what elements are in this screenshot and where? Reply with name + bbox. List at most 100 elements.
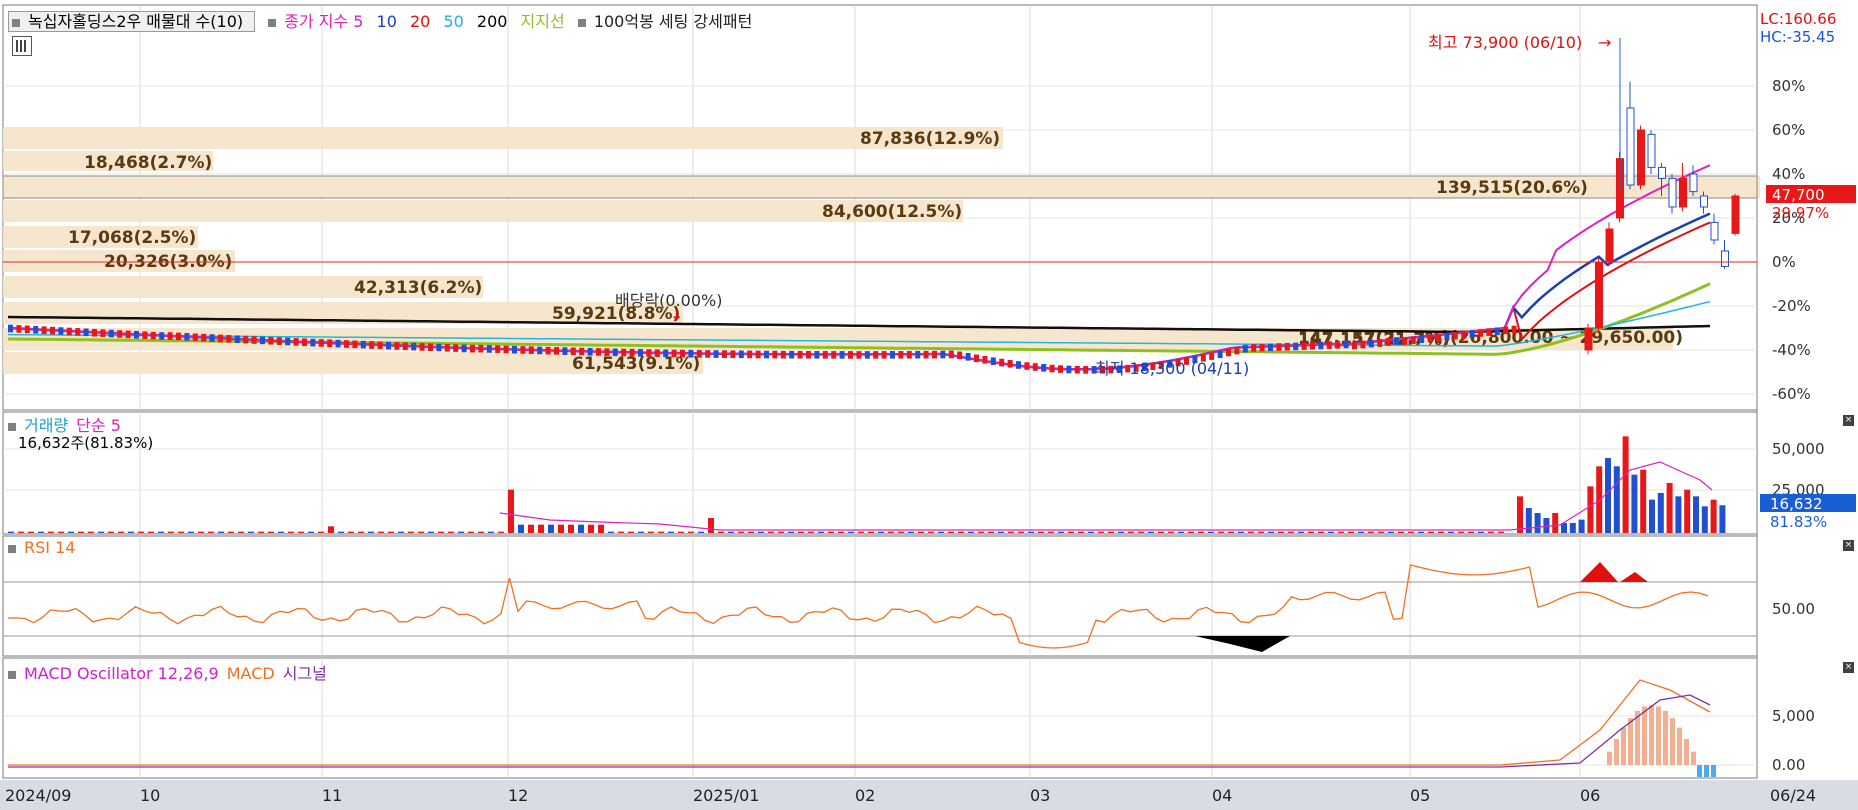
macd-histogram-bar <box>1697 765 1702 777</box>
candle <box>1259 343 1265 352</box>
volume-bar <box>488 531 494 533</box>
candle <box>1595 261 1603 329</box>
candle <box>671 349 677 358</box>
candle <box>1461 330 1467 339</box>
volume-bar <box>208 531 214 533</box>
candle <box>1242 344 1248 353</box>
hc-label: HC:-35.45 <box>1760 28 1835 46</box>
volume-bar <box>268 531 274 533</box>
candle <box>1284 342 1290 351</box>
volume-bar <box>618 531 624 533</box>
candle <box>310 338 316 347</box>
candle <box>1234 346 1240 355</box>
candle <box>1710 221 1719 241</box>
candle <box>243 335 249 344</box>
candle <box>1444 332 1450 341</box>
volume-bar <box>398 531 404 533</box>
candle <box>797 350 803 359</box>
candle <box>1066 365 1072 374</box>
volume-bar <box>808 531 814 533</box>
candle <box>1058 365 1063 373</box>
candle <box>470 344 475 353</box>
rsi-panel-frame <box>2 535 1758 657</box>
volume-bar <box>818 531 824 533</box>
volume-bar <box>1534 513 1541 533</box>
candle <box>1605 228 1614 263</box>
volume-bar <box>348 531 354 533</box>
candle <box>520 346 526 354</box>
candle <box>411 342 417 351</box>
candle <box>923 350 929 359</box>
volume-bar <box>918 531 924 533</box>
candle <box>512 345 517 354</box>
volume-bar <box>1148 531 1154 533</box>
candle <box>234 335 240 344</box>
candle <box>419 343 425 351</box>
candle <box>1268 343 1273 352</box>
candle <box>621 348 627 357</box>
candle <box>503 345 509 354</box>
volume-bar <box>258 531 264 533</box>
volume-bar <box>948 531 954 533</box>
macd-histogram-bar <box>1614 738 1619 765</box>
x-tick-label: 2024/09 <box>5 786 72 805</box>
volume-bar <box>1418 531 1424 533</box>
candle <box>1647 133 1656 168</box>
candle <box>1469 330 1475 338</box>
candle <box>806 350 811 359</box>
stock-chart: 87,836(12.9%) 18,468(2.7%) 139,515(20.6%) 8… <box>0 4 1858 810</box>
candle <box>276 337 282 345</box>
volume-bar <box>1058 531 1064 533</box>
volume-bar <box>1268 531 1274 533</box>
candle <box>318 339 324 347</box>
close-icon[interactable]: × <box>1843 540 1854 551</box>
candle <box>1427 334 1433 343</box>
volume-bar <box>138 531 144 533</box>
candle <box>1436 333 1441 342</box>
candle <box>428 343 433 352</box>
candle <box>1024 362 1030 370</box>
volume-bar <box>18 531 24 533</box>
volume-bar <box>718 531 724 533</box>
volume-profile-label: 139,515(20.6%) <box>1436 178 1588 198</box>
volume-bar <box>1358 531 1364 533</box>
macd-histogram-bar <box>1649 705 1654 765</box>
candle <box>335 339 341 348</box>
candle <box>587 347 593 356</box>
candle <box>982 356 988 364</box>
volume-bar <box>678 531 684 533</box>
y-tick-label: 80% <box>1772 77 1805 95</box>
volume-bar <box>1605 458 1611 533</box>
macd-histogram-bar <box>1704 765 1709 777</box>
volume-bar <box>538 524 544 533</box>
y-tick-label: 40% <box>1772 165 1805 183</box>
volume-bar <box>978 531 984 533</box>
volume-bar <box>218 531 224 533</box>
volume-bar <box>1640 469 1647 533</box>
candle <box>176 332 181 341</box>
close-icon[interactable]: × <box>1843 415 1854 426</box>
candle <box>730 350 736 359</box>
stock-legend[interactable]: 녹십자홀딩스2우 매물대 수(10) <box>8 11 256 32</box>
macd-histogram-bar <box>1670 718 1675 765</box>
close-icon[interactable]: × <box>1843 662 1854 673</box>
volume-bar <box>1308 531 1314 533</box>
volume-bar <box>8 531 14 533</box>
volume-bar <box>748 531 754 533</box>
candle <box>1668 177 1677 208</box>
volume-bar <box>1569 523 1576 533</box>
volume-profile-label: 42,313(6.2%) <box>354 278 482 298</box>
axis-labels: 80%60%40%20%0%-20%-40%-60%50,00025,00050… <box>1772 77 1825 774</box>
volume-bar <box>708 518 714 533</box>
volume-bar <box>508 489 514 533</box>
candle <box>352 340 358 349</box>
volume-bar <box>568 524 574 533</box>
candle <box>1511 325 1517 334</box>
volume-bar <box>1108 531 1114 533</box>
candle <box>1494 327 1500 336</box>
candle <box>957 351 963 360</box>
price-legend: 녹십자홀딩스2우 매물대 수(10) 종가 지수 5 10 20 50 200 … <box>8 8 760 32</box>
volume-bar <box>608 531 614 533</box>
volume-bar <box>288 531 294 533</box>
calculator-icon[interactable] <box>12 36 32 56</box>
